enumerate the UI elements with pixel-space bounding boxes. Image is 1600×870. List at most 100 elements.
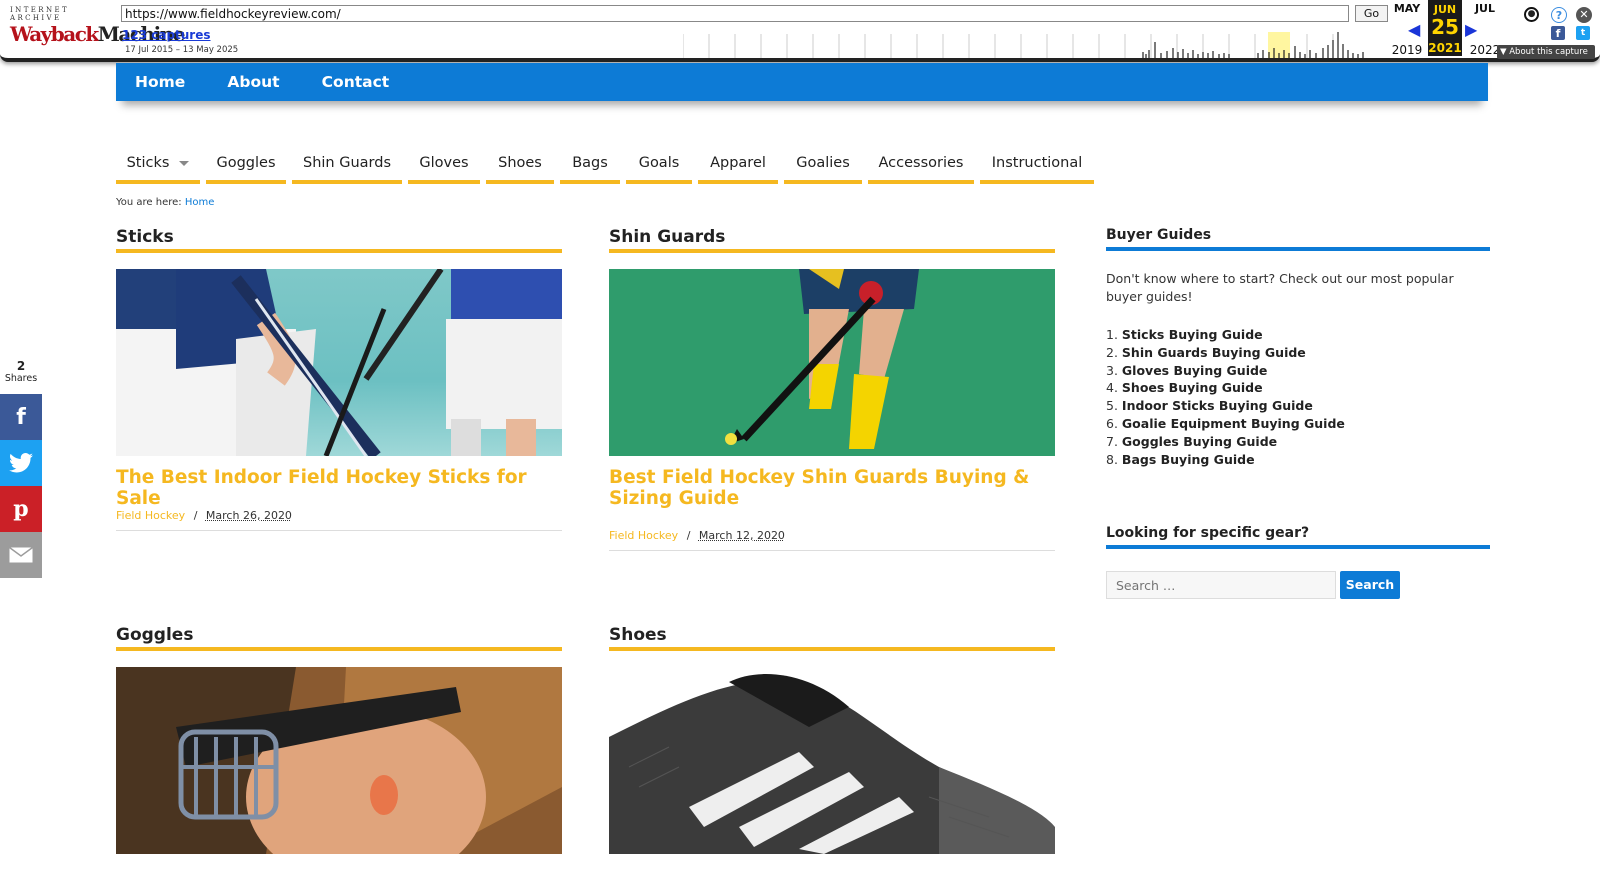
section-goggles: Goggles	[116, 625, 562, 865]
facebook-icon[interactable]: f	[1551, 26, 1565, 40]
post-image-sticks[interactable]	[116, 269, 562, 456]
list-number: 7.	[1106, 433, 1118, 449]
wayback-current-year: 2021	[1428, 41, 1462, 55]
sidebar-intro-text: Don't know where to start? Check out our…	[1106, 271, 1454, 304]
wayback-url-input[interactable]	[121, 5, 1349, 22]
pinterest-icon: p	[13, 496, 29, 522]
twitter-icon[interactable]: t	[1576, 26, 1590, 40]
twitter-share-button[interactable]	[0, 440, 42, 486]
section-shoes: Shoes	[609, 625, 1055, 865]
guide-item[interactable]: 5. Indoor Sticks Buying Guide	[1106, 397, 1345, 415]
post-image-shin-guards[interactable]	[609, 269, 1055, 456]
guide-item[interactable]: 7. Goggles Buying Guide	[1106, 433, 1345, 451]
sidebar-heading: Buyer Guides	[1106, 227, 1490, 251]
wayback-prev-arrow-icon[interactable]: ◀	[1408, 20, 1420, 39]
wayback-next-arrow-icon[interactable]: ▶	[1465, 20, 1477, 39]
guide-link[interactable]: Goalie Equipment Buying Guide	[1122, 416, 1345, 431]
list-number: 4.	[1106, 380, 1118, 396]
post-title-link[interactable]: The Best Indoor Field Hockey Sticks for …	[116, 467, 562, 509]
twitter-icon	[9, 453, 33, 473]
post-title-link[interactable]: Best Field Hockey Shin Guards Buying & S…	[609, 467, 1055, 509]
guide-link[interactable]: Bags Buying Guide	[1122, 452, 1255, 467]
chevron-down-icon	[179, 160, 190, 166]
wayback-captures-link[interactable]: 123 captures	[122, 28, 211, 42]
category-goggles[interactable]: Goggles	[206, 150, 286, 184]
wayback-about-capture-button[interactable]: ▼ About this capture	[1497, 45, 1595, 59]
guide-link[interactable]: Indoor Sticks Buying Guide	[1122, 398, 1313, 413]
category-shin-guards[interactable]: Shin Guards	[292, 150, 402, 184]
category-accessories[interactable]: Accessories	[868, 150, 974, 184]
section-shin-guards: Shin Guards Best Field Hockey Shin Guard…	[609, 227, 1055, 557]
list-number: 6.	[1106, 415, 1118, 431]
help-icon[interactable]: ?	[1551, 7, 1567, 23]
email-share-button[interactable]	[0, 532, 42, 578]
wayback-sparkline[interactable]	[683, 28, 1383, 58]
category-goals[interactable]: Goals	[626, 150, 692, 184]
nav-about-link[interactable]: About	[208, 63, 297, 101]
facebook-share-button[interactable]: f	[0, 394, 42, 440]
section-sticks: Sticks The Best Indoor Field Hockey Stic…	[116, 227, 562, 537]
buyer-guides-list: 1. Sticks Buying Guide 2. Shin Guards Bu…	[1106, 326, 1345, 468]
wayback-logo-top: INTERNET ARCHIVE	[10, 6, 70, 22]
category-bags[interactable]: Bags	[560, 150, 620, 184]
category-apparel[interactable]: Apparel	[698, 150, 778, 184]
breadcrumb: You are here: Home	[116, 197, 214, 208]
search-input[interactable]	[1106, 571, 1336, 599]
guide-link[interactable]: Shin Guards Buying Guide	[1122, 345, 1306, 360]
meta-separator: /	[686, 529, 691, 542]
guide-link[interactable]: Sticks Buying Guide	[1122, 327, 1263, 342]
list-number: 1.	[1106, 327, 1118, 342]
post-category-link[interactable]: Field Hockey	[609, 529, 678, 542]
meta-separator: /	[193, 509, 198, 522]
guide-item[interactable]: 1. Sticks Buying Guide	[1106, 326, 1345, 344]
guide-item[interactable]: 6. Goalie Equipment Buying Guide	[1106, 415, 1345, 433]
category-instructional[interactable]: Instructional	[980, 150, 1094, 184]
list-number: 8.	[1106, 451, 1118, 467]
wayback-logo[interactable]: INTERNET ARCHIVE WaybackMachine	[10, 6, 185, 50]
guide-link[interactable]: Gloves Buying Guide	[1122, 363, 1267, 378]
section-heading: Shin Guards	[609, 227, 1055, 253]
wayback-prev-year: 2019	[1391, 43, 1423, 57]
share-label: Shares	[4, 373, 38, 384]
category-gloves[interactable]: Gloves	[408, 150, 480, 184]
post-date: March 26, 2020	[205, 509, 292, 522]
breadcrumb-home-link[interactable]: Home	[185, 197, 215, 208]
wayback-current-day: 25	[1431, 15, 1459, 39]
nav-home-link[interactable]: Home	[116, 63, 203, 101]
facebook-icon: f	[16, 404, 26, 430]
sidebar-search: Looking for specific gear?	[1106, 525, 1490, 549]
post-date: March 12, 2020	[698, 529, 785, 542]
close-icon[interactable]: ✕	[1576, 7, 1592, 23]
wayback-toolbar: INTERNET ARCHIVE WaybackMachine Go 123 c…	[0, 0, 1600, 62]
guide-item[interactable]: 8. Bags Buying Guide	[1106, 451, 1345, 469]
category-shoes[interactable]: Shoes	[486, 150, 554, 184]
guide-link[interactable]: Goggles Buying Guide	[1122, 434, 1277, 449]
category-goalies[interactable]: Goalies	[784, 150, 862, 184]
wayback-prev-month-col[interactable]: MAY 2019	[1384, 2, 1430, 57]
category-label: Sticks	[126, 155, 170, 171]
guide-item[interactable]: 4. Shoes Buying Guide	[1106, 379, 1345, 397]
share-bar: 2 Shares f p	[0, 360, 42, 578]
wayback-next-month-col[interactable]: JUL 2022	[1462, 2, 1508, 57]
email-icon	[9, 547, 33, 563]
guide-item[interactable]: 2. Shin Guards Buying Guide	[1106, 344, 1345, 362]
post-image-goggles[interactable]	[116, 667, 562, 854]
wayback-current-capture: JUN 25 2021	[1428, 0, 1462, 56]
main-nav: Home About Contact	[116, 63, 1488, 101]
post-category-link[interactable]: Field Hockey	[116, 509, 185, 522]
wayback-next-month: JUL	[1474, 2, 1496, 15]
section-heading: Goggles	[116, 625, 562, 651]
list-number: 2.	[1106, 344, 1118, 360]
guide-item[interactable]: 3. Gloves Buying Guide	[1106, 362, 1345, 380]
guide-link[interactable]: Shoes Buying Guide	[1122, 380, 1263, 395]
search-button[interactable]: Search	[1340, 571, 1400, 599]
category-sticks[interactable]: Sticks	[116, 150, 200, 184]
post-image-shoes[interactable]	[609, 667, 1055, 854]
list-number: 3.	[1106, 362, 1118, 378]
list-number: 5.	[1106, 398, 1118, 414]
user-icon[interactable]: ●	[1524, 7, 1539, 22]
pinterest-share-button[interactable]: p	[0, 486, 42, 532]
post-meta: Field Hockey / March 26, 2020	[116, 509, 562, 531]
nav-contact-link[interactable]: Contact	[303, 63, 408, 101]
wayback-logo-wayback: Wayback	[10, 22, 99, 46]
